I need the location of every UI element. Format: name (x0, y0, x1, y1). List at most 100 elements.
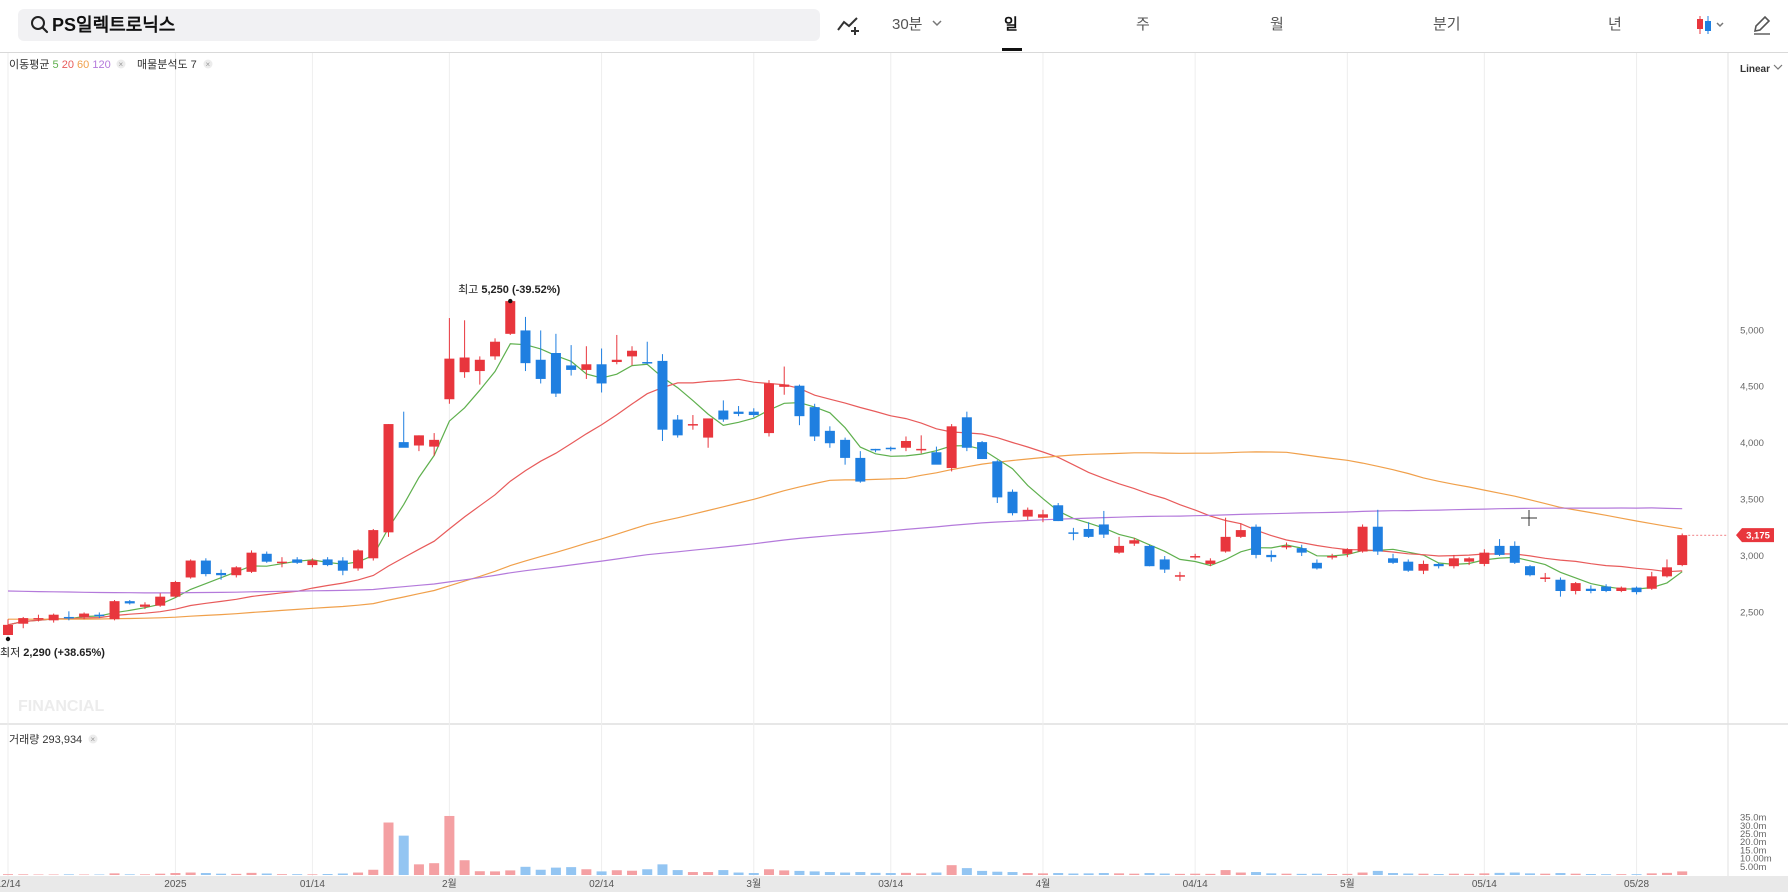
candle-body (1585, 588, 1596, 592)
volume-bar (1388, 873, 1399, 875)
candle-body (916, 448, 927, 451)
candle-body (520, 330, 531, 364)
candle-body (3, 624, 13, 635)
volume-bar (764, 869, 774, 875)
candle-body (824, 430, 835, 444)
chevron-down-icon[interactable] (932, 20, 942, 28)
candle-body (1418, 563, 1429, 571)
candle-body (992, 461, 1003, 498)
candle-body (444, 358, 455, 400)
volume-profile-legend[interactable]: 매물분석도 7 (137, 58, 197, 71)
volume-bar (505, 870, 516, 875)
time-tick-label: 02/14 (589, 879, 614, 890)
candle-body (1037, 514, 1048, 518)
volume-bar (1433, 874, 1444, 875)
candle (185, 559, 196, 579)
candle-body (200, 560, 211, 575)
volume-bar (63, 874, 74, 875)
volume-tick-label: 5.00m (1740, 862, 1766, 873)
candle (1677, 533, 1688, 567)
volume-bar (1555, 873, 1566, 875)
candle-body (1509, 545, 1520, 563)
last-price-label: 3,175 (1746, 531, 1770, 542)
time-tick-label: 05/28 (1624, 879, 1649, 890)
edit-icon[interactable] (1752, 14, 1772, 36)
volume-bar (337, 873, 348, 875)
candle-body (79, 613, 90, 617)
high-value: 5,250 (-39.52%) (481, 284, 560, 296)
volume-bar (1037, 873, 1048, 875)
volume-bar (627, 870, 638, 875)
price-tick-label: 5,000 (1740, 325, 1764, 336)
volume-bar (1190, 873, 1201, 875)
search-query[interactable]: PS일렉트로닉스 (52, 13, 175, 37)
volume-bar (1646, 873, 1657, 875)
tab-year[interactable]: 년 (1608, 14, 1622, 36)
ma-legend[interactable]: 이동평균 5 20 60 120 (9, 58, 111, 71)
candle-body (1144, 545, 1155, 567)
candle (946, 424, 957, 472)
drawing-tool-icon[interactable] (836, 14, 862, 36)
time-tick-label: 3월 (746, 878, 761, 890)
candle-body (170, 581, 181, 597)
volume-bar (1540, 873, 1551, 875)
candle-body (139, 604, 150, 607)
volume-bar (1053, 873, 1064, 875)
candle-body (231, 567, 242, 576)
tab-week[interactable]: 주 (1136, 14, 1150, 36)
volume-bar (840, 872, 851, 875)
volume-bar (383, 822, 394, 875)
candle-body (1174, 575, 1185, 577)
candle-body (748, 411, 759, 416)
volume-bars (3, 815, 1688, 875)
volume-bar (961, 868, 972, 875)
tab-day[interactable]: 일 (1004, 14, 1018, 36)
candle (977, 440, 988, 460)
candle-body (94, 614, 105, 617)
volume-bar (885, 873, 896, 875)
volume-bar (596, 871, 607, 875)
tab-quarter[interactable]: 분기 (1433, 14, 1461, 36)
volume-bar (687, 872, 698, 875)
volume-bar (946, 865, 957, 875)
candle-body (1342, 549, 1353, 554)
search-box[interactable]: PS일렉트로닉스 (18, 9, 820, 41)
candle-body (1281, 545, 1292, 548)
close-icon-glyph: × (91, 735, 96, 744)
candle-type-icon[interactable] (1696, 14, 1728, 36)
candle-body (764, 383, 774, 434)
candle-body (1022, 509, 1033, 517)
chart-window: 1.07m (0.46%)82.3m (35.41%)103m (44.32%)… (0, 0, 1788, 892)
volume-legend[interactable]: 거래량 293,934 (9, 733, 82, 746)
chart-canvas[interactable]: 1.07m (0.46%)82.3m (35.41%)103m (44.32%)… (0, 0, 1788, 892)
candle-body (1540, 577, 1551, 579)
candle-body (1646, 576, 1657, 589)
volume-bar (1570, 873, 1581, 875)
volume-bar (1296, 873, 1307, 875)
interval-select[interactable]: 30분 (892, 14, 923, 36)
candle-body (596, 364, 607, 384)
volume-bar (1144, 873, 1155, 875)
candle-body (809, 407, 820, 437)
volume-bar (657, 864, 668, 875)
candle-body (216, 572, 227, 576)
volume-bar (1022, 873, 1033, 875)
candle-body (733, 411, 744, 414)
volume-bar (170, 873, 181, 875)
volume-bar (1281, 873, 1292, 875)
close-icon-glyph: × (206, 60, 211, 69)
candle-body (1083, 528, 1094, 537)
candle-body (109, 601, 120, 620)
candle (764, 380, 774, 437)
candle (657, 354, 668, 441)
volume-bar (718, 870, 729, 875)
candle-body (1570, 583, 1581, 592)
candle (170, 580, 181, 598)
candle-body (1235, 530, 1246, 537)
time-tick-label: 5월 (1340, 878, 1355, 890)
candle-body (718, 410, 729, 420)
tab-month[interactable]: 월 (1270, 14, 1284, 36)
candle-body (368, 530, 379, 559)
candle-body (1190, 556, 1201, 558)
candle (246, 550, 257, 573)
